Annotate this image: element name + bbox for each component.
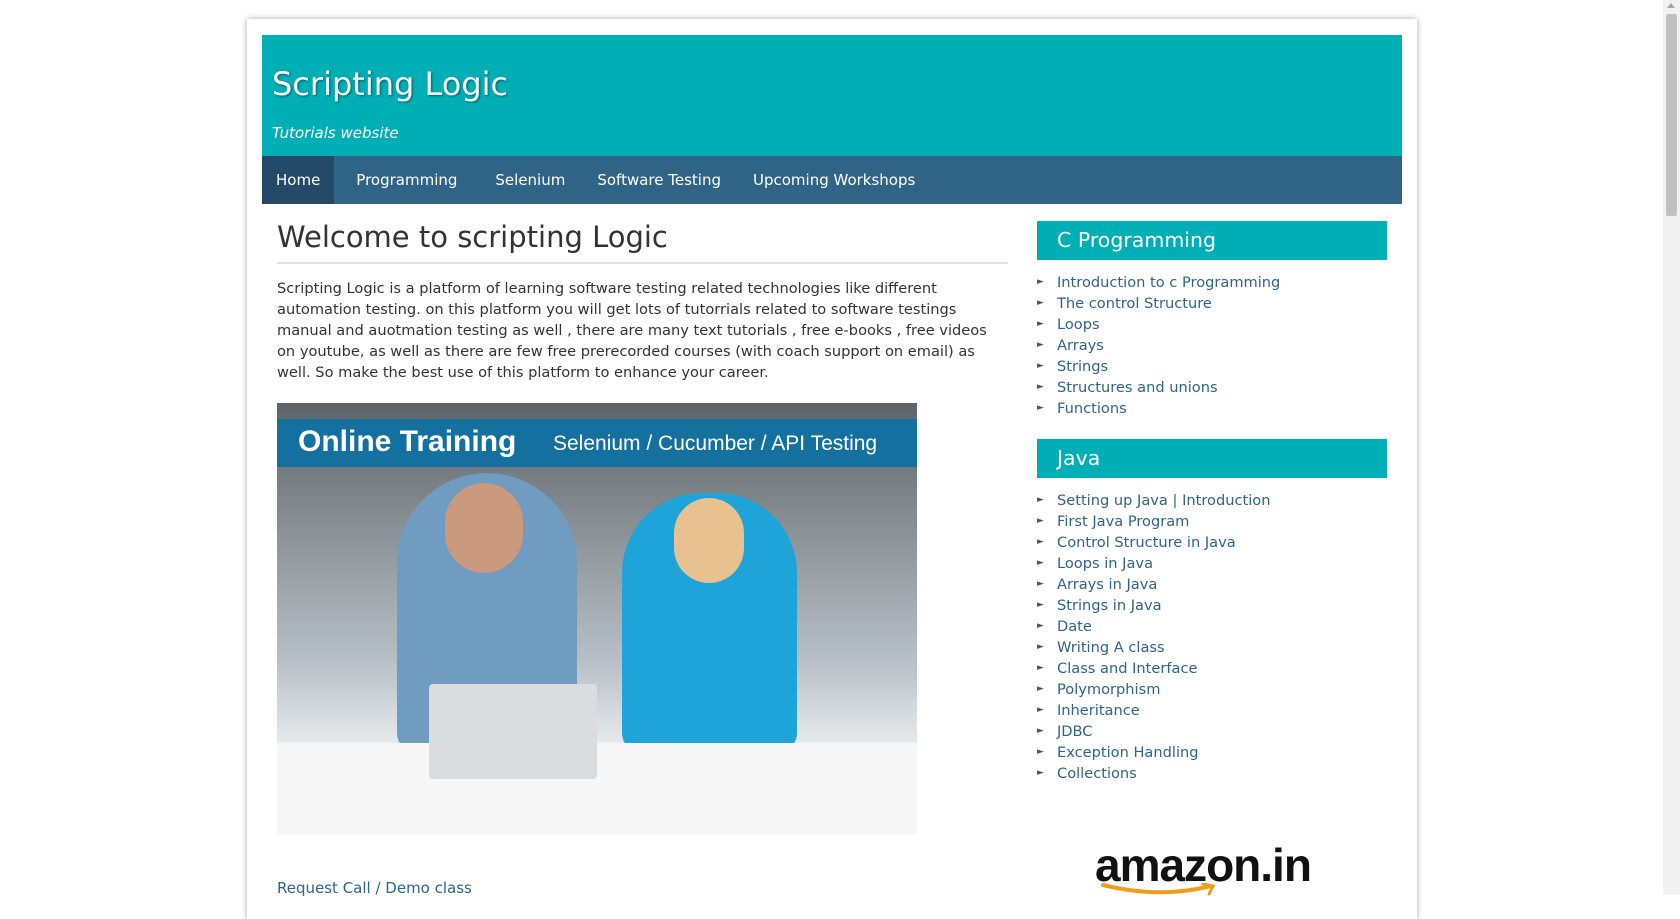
triangle-right-icon: ► [1037, 319, 1044, 329]
triangle-right-icon: ► [1037, 277, 1044, 287]
list-item: ► Functions [1037, 398, 1387, 419]
sidebar-link[interactable]: Collections [1057, 763, 1137, 784]
widget-link-list: ► Setting up Java | Introduction ► First J… [1037, 490, 1387, 784]
triangle-right-icon: ► [1037, 726, 1044, 736]
triangle-right-icon: ► [1037, 600, 1044, 610]
triangle-right-icon: ► [1037, 684, 1044, 694]
sidebar-link[interactable]: Date [1057, 616, 1092, 637]
scroll-thumb[interactable] [1666, 14, 1677, 216]
triangle-right-icon: ► [1037, 558, 1044, 568]
nav-item-software-testing[interactable]: Software Testing [583, 156, 735, 204]
sidebar-link[interactable]: First Java Program [1057, 511, 1189, 532]
list-item: ► Exception Handling [1037, 742, 1387, 763]
banner-subheading: Selenium / Cucumber / API Testing [553, 432, 878, 455]
triangle-right-icon: ► [1037, 403, 1044, 413]
list-item: ► Arrays [1037, 335, 1387, 356]
list-item: ► Writing A class [1037, 637, 1387, 658]
triangle-right-icon: ► [1037, 298, 1044, 308]
sidebar-link[interactable]: Loops [1057, 314, 1100, 335]
triangle-right-icon: ► [1037, 537, 1044, 547]
banner-person-woman [622, 493, 797, 753]
triangle-right-icon: ► [1037, 382, 1044, 392]
triangle-right-icon: ► [1037, 663, 1044, 673]
sidebar-link[interactable]: Structures and unions [1057, 377, 1218, 398]
main-nav: Home Programming Selenium Software Testi… [262, 156, 1402, 204]
widget-java: Java ► Setting up Java | Introduction ► Fi… [1037, 439, 1387, 784]
list-item: ► Structures and unions [1037, 377, 1387, 398]
sidebar-link[interactable]: Exception Handling [1057, 742, 1199, 763]
list-item: ► Collections [1037, 763, 1387, 784]
triangle-right-icon: ► [1037, 516, 1044, 526]
triangle-right-icon: ► [1037, 621, 1044, 631]
sidebar-link[interactable]: JDBC [1057, 721, 1093, 742]
main-content: Welcome to scripting Logic Scripting Log… [277, 209, 1008, 897]
page-scrollbar[interactable] [1663, 0, 1680, 895]
list-item: ► Arrays in Java [1037, 574, 1387, 595]
banner-heading-bar: Online Training Selenium / Cucumber / AP… [277, 419, 917, 467]
sidebar-link[interactable]: Arrays [1057, 335, 1104, 356]
triangle-right-icon: ► [1037, 340, 1044, 350]
sidebar-link[interactable]: The control Structure [1057, 293, 1212, 314]
sidebar-link[interactable]: Loops in Java [1057, 553, 1153, 574]
page-title: Welcome to scripting Logic [277, 209, 1008, 264]
banner-heading: Online Training [298, 425, 517, 458]
widget-c-programming: C Programming ► Introduction to c Program… [1037, 221, 1387, 419]
sidebar: C Programming ► Introduction to c Program… [1037, 221, 1387, 896]
site-title[interactable]: Scripting Logic [272, 65, 508, 103]
banner-table [277, 743, 917, 834]
intro-paragraph: Scripting Logic is a platform of learnin… [277, 280, 987, 381]
list-item: ► First Java Program [1037, 511, 1387, 532]
sidebar-link[interactable]: Strings in Java [1057, 595, 1162, 616]
list-item: ► Introduction to c Programming [1037, 272, 1387, 293]
triangle-right-icon: ► [1037, 747, 1044, 757]
list-item: ► Strings in Java [1037, 595, 1387, 616]
sidebar-link[interactable]: Strings [1057, 356, 1108, 377]
list-item: ► Class and Interface [1037, 658, 1387, 679]
nav-item-programming[interactable]: Programming [338, 156, 477, 204]
triangle-right-icon: ► [1037, 642, 1044, 652]
widget-title: Java [1037, 439, 1387, 478]
list-item: ► Polymorphism [1037, 679, 1387, 700]
nav-item-upcoming-workshops[interactable]: Upcoming Workshops [739, 156, 929, 204]
triangle-right-icon: ► [1037, 361, 1044, 371]
list-item: ► Setting up Java | Introduction [1037, 490, 1387, 511]
banner-laptop [429, 684, 597, 779]
sidebar-link[interactable]: Setting up Java | Introduction [1057, 490, 1270, 511]
sidebar-link[interactable]: Control Structure in Java [1057, 532, 1236, 553]
list-item: ► JDBC [1037, 721, 1387, 742]
sidebar-link[interactable]: Class and Interface [1057, 658, 1197, 679]
request-demo-link[interactable]: Request Call / Demo class [277, 879, 472, 897]
page-container: Scripting Logic Tutorials website Home P… [247, 19, 1417, 919]
sidebar-link[interactable]: Functions [1057, 398, 1127, 419]
widget-link-list: ► Introduction to c Programming ► The cont… [1037, 272, 1387, 419]
scroll-up-arrow-icon[interactable] [1667, 3, 1675, 8]
sidebar-link[interactable]: Introduction to c Programming [1057, 272, 1280, 293]
triangle-right-icon: ► [1037, 768, 1044, 778]
list-item: ► Control Structure in Java [1037, 532, 1387, 553]
list-item: ► Strings [1037, 356, 1387, 377]
site-tagline: Tutorials website [272, 124, 399, 142]
list-item: ► Loops [1037, 314, 1387, 335]
list-item: ► The control Structure [1037, 293, 1387, 314]
triangle-right-icon: ► [1037, 495, 1044, 505]
sidebar-link[interactable]: Polymorphism [1057, 679, 1160, 700]
list-item: ► Inheritance [1037, 700, 1387, 721]
nav-item-home[interactable]: Home [262, 156, 335, 204]
online-training-banner[interactable]: Online Training Selenium / Cucumber / AP… [277, 403, 917, 834]
triangle-right-icon: ► [1037, 579, 1044, 589]
widget-title: C Programming [1037, 221, 1387, 260]
sidebar-link[interactable]: Inheritance [1057, 700, 1140, 721]
site-header: Scripting Logic Tutorials website [262, 35, 1402, 156]
triangle-right-icon: ► [1037, 705, 1044, 715]
sidebar-link[interactable]: Writing A class [1057, 637, 1165, 658]
list-item: ► Loops in Java [1037, 553, 1387, 574]
list-item: ► Date [1037, 616, 1387, 637]
sidebar-link[interactable]: Arrays in Java [1057, 574, 1157, 595]
nav-item-selenium[interactable]: Selenium [481, 156, 579, 204]
